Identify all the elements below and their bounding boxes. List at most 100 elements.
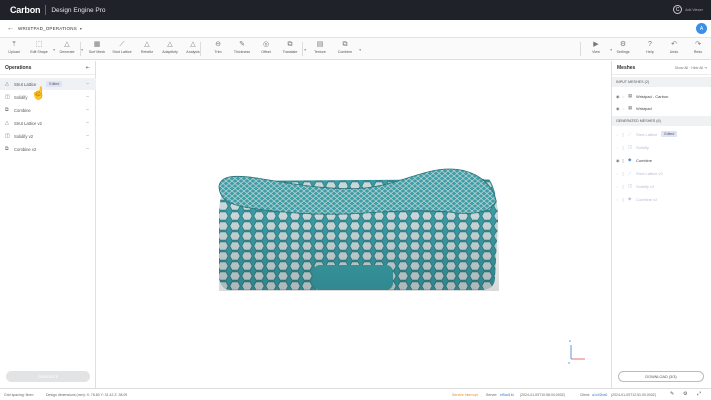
settings-icon[interactable]: ⚙ <box>683 391 687 397</box>
tool-translate-button[interactable]: ⧉ Translate ▾ <box>278 40 306 58</box>
tool-trim-button[interactable]: ⊖ Trim <box>206 40 230 58</box>
svg-text:x: x <box>568 360 570 365</box>
status-badge: Edited <box>661 131 678 137</box>
client-label: Client: <box>580 392 590 397</box>
tool-combine-button[interactable]: ⧉ Combine ▾ <box>333 40 361 58</box>
product-name: Design Engine Pro <box>51 6 106 14</box>
tool-texture-button[interactable]: ▤ Texture <box>308 40 332 58</box>
operation-icon: ⧉ <box>5 146 9 152</box>
generated-meshes-header[interactable]: GENERATED MESHES (6) <box>612 116 711 126</box>
mesh-icon: ▦ <box>628 105 633 110</box>
operation-item[interactable]: △ Strut Lattice Edited ··· <box>0 78 96 90</box>
meshes-panel: Meshes Show All · Hide All ⇥ INPUT MESHE… <box>611 61 711 388</box>
back-arrow-icon[interactable]: ← <box>7 25 14 32</box>
tool-strut-lattice-button[interactable]: ⟋ Strut Lattice <box>110 40 134 58</box>
status-badge: Edited <box>46 81 63 87</box>
tool-generate-button[interactable]: △ Generate ▾ <box>55 40 84 58</box>
tool-offset-button[interactable]: ◎ Offset <box>254 40 278 58</box>
tool-label: Help <box>646 50 654 54</box>
tool-edit-shape-button[interactable]: ⬚ Edit Shape ▾ <box>27 40 55 58</box>
chevron-down-icon[interactable]: ▾ <box>81 48 83 52</box>
mesh-item[interactable]: ◌ ▯ ◆ Combine v2 <box>612 193 711 205</box>
3d-viewport[interactable]: z x <box>97 61 611 388</box>
meshes-header: Meshes Show All · Hide All ⇥ <box>612 61 711 75</box>
tool-analysis-button[interactable]: △ Analysis <box>181 40 205 58</box>
tool-icon: ◎ <box>262 41 270 48</box>
more-options-icon[interactable]: ··· <box>86 120 90 126</box>
mesh-label: Solidify v2 <box>636 183 655 189</box>
tool-undo-button[interactable]: ↶ Undo <box>662 40 686 58</box>
collapse-icon[interactable]: ⇤ <box>86 65 90 71</box>
tool-adaptivity-button[interactable]: △ Adaptivity <box>158 40 182 58</box>
more-options-icon[interactable]: ··· <box>86 146 90 152</box>
chevron-down-icon[interactable]: ▾ <box>304 48 306 52</box>
mesh-item[interactable]: ◉ ◌ ▦ Wristpad - Carbon <box>612 90 711 102</box>
client-version[interactable]: a1c92ba0 <box>592 393 607 397</box>
tool-icon: ⚙ <box>619 41 627 48</box>
tool-redo-button[interactable]: ↷ Redo <box>686 40 710 58</box>
grid-spacing: Grid spacing: 5mm <box>4 392 34 397</box>
project-name[interactable]: WRISTPAD_OPERATIONS <box>18 26 77 31</box>
tool-icon: ↶ <box>671 41 677 48</box>
project-bar: ← WRISTPAD_OPERATIONS ▾ A <box>0 20 711 38</box>
operation-item[interactable]: ⧉ Combine v2 ··· <box>0 143 96 155</box>
operation-label: Solidify <box>14 94 28 100</box>
mesh-icon: ◆ <box>628 157 632 162</box>
mesh-item[interactable]: ◌ ▯ ⟋ Strut Lattice Edited <box>612 128 711 140</box>
tool-icon: ✎ <box>239 41 245 48</box>
mesh-item[interactable]: ◉ ◌ ▦ Wristpad <box>612 102 711 114</box>
user-icon: C <box>673 5 683 14</box>
mesh-item[interactable]: ◌ ▯ ◫ Solidify v2 <box>612 180 711 192</box>
tool-label: Rebeltz <box>140 50 154 54</box>
mesh-item[interactable]: ◌ ▯ ⟋ Strut Lattice v2 <box>612 167 711 179</box>
chevron-down-icon[interactable]: ▾ <box>359 48 361 52</box>
operation-item[interactable]: ◫ Solidify ··· <box>0 91 96 103</box>
tool-help-button[interactable]: ? Help <box>638 40 662 58</box>
more-options-icon[interactable]: ··· <box>86 94 90 100</box>
status-bar: Grid spacing: 5mm Design dimensions (mm)… <box>0 388 711 400</box>
more-options-icon[interactable]: ··· <box>86 81 90 87</box>
download-button[interactable]: DOWNLOAD (3/3) <box>618 371 704 382</box>
chevron-down-icon[interactable]: ▾ <box>80 26 82 31</box>
mesh-label: Combine <box>636 157 653 163</box>
tool-icon: △ <box>64 41 70 48</box>
avatar[interactable]: A <box>696 23 707 34</box>
server-date: (2024-01-09T10:58:04.000Z) <box>520 392 565 397</box>
tool-icon: ⧉ <box>287 41 293 48</box>
mesh-item[interactable]: ◌ ▯ ◫ Solidify <box>612 141 711 153</box>
generate-button[interactable]: GENERATE <box>6 371 90 382</box>
mesh-item[interactable]: ◉ ▯ ◆ Combine <box>612 154 711 166</box>
mesh-icon: ◫ <box>628 183 633 188</box>
header-divider <box>45 5 47 15</box>
tool-rebeltz-button[interactable]: △ Rebeltz <box>135 40 159 58</box>
tool-view-button[interactable]: ▶ View ▾ <box>584 40 612 58</box>
tool-icon: ⤒ <box>12 41 16 48</box>
design-dimensions: Design dimensions (mm): X: 76.80 Y: 31.4… <box>46 392 128 397</box>
more-options-icon[interactable]: ··· <box>86 133 90 139</box>
toolbar: ⤒ Upload ⬚ Edit Shape ▾ △ Generate ▾ ▦ Surf Mesh ⟋… <box>0 38 711 60</box>
tool-label: Edit Shape <box>30 50 48 54</box>
tool-icon: ⊖ <box>215 41 221 48</box>
input-meshes-header[interactable]: INPUT MESHES (2) <box>612 77 711 87</box>
tool-label: Trim <box>214 50 222 54</box>
tool-upload-button[interactable]: ⤒ Upload <box>2 40 26 58</box>
tool-surf-mesh-button[interactable]: ▦ Surf Mesh <box>85 40 109 58</box>
server-version[interactable]: ef5ad1fd <box>500 393 514 397</box>
tool-label: Undo <box>669 50 679 54</box>
tool-label: Analysis <box>186 50 200 54</box>
brand-logo: Carbon <box>10 5 41 15</box>
operation-item[interactable]: △ Strut Lattice v2 ··· <box>0 117 96 129</box>
operations-title: Operations <box>5 64 32 71</box>
more-options-icon[interactable]: ··· <box>86 107 90 113</box>
show-hide-links[interactable]: Show All · Hide All ⇥ <box>675 66 707 70</box>
expand-icon[interactable]: ⤢ <box>697 391 701 397</box>
edit-icon[interactable]: ✎ <box>670 391 674 397</box>
operation-icon: ⧉ <box>5 107 9 113</box>
user-label: Add Viewer <box>685 7 703 12</box>
operation-item[interactable]: ⧉ Combine ··· <box>0 104 96 116</box>
user-menu[interactable]: C Add Viewer <box>673 5 703 14</box>
mesh-icon: ◆ <box>628 196 632 201</box>
operation-item[interactable]: ◫ Solidify v2 ··· <box>0 130 96 142</box>
tool-settings-button[interactable]: ⚙ Settings <box>611 40 635 58</box>
tool-thickness-button[interactable]: ✎ Thickness <box>230 40 254 58</box>
